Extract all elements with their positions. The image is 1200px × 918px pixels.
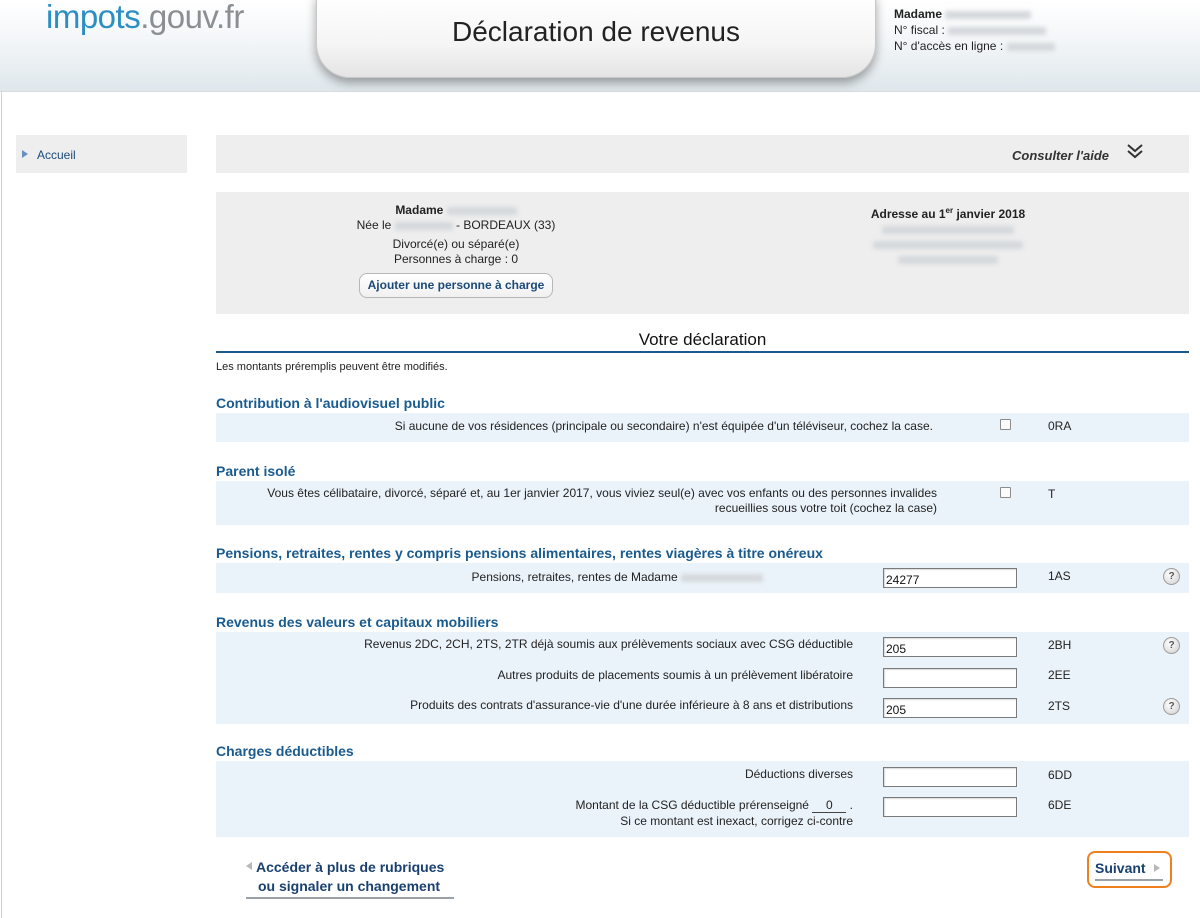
- marital-status: Divorcé(e) ou séparé(e): [392, 237, 520, 251]
- triangle-left-icon: [246, 862, 252, 870]
- declaration-title: Votre déclaration: [638, 330, 767, 349]
- site-logo[interactable]: impots.gouv.fr: [46, 0, 244, 36]
- row-label-t-line2: recueillies sous votre toit (cochez la c…: [714, 501, 937, 515]
- identity-panel: Madame Née le - BORDEAUX (33) Divorcé(e)…: [216, 192, 1189, 314]
- declaration-divider: [216, 351, 1189, 353]
- code-0ra: 0RA: [1048, 419, 1072, 433]
- help-icon-2ts[interactable]: ?: [1163, 698, 1180, 715]
- sidebar-item-label: Accueil: [37, 148, 76, 162]
- more-link-line1: Accéder à plus de rubriques: [256, 859, 445, 875]
- taxpayer-title: Madame: [395, 203, 444, 217]
- triangle-right-icon: [1154, 864, 1160, 872]
- row-label-2ee: Autres produits de placements soumis à u…: [497, 668, 853, 682]
- row-label-2ts: Produits des contrats d'assurance-vie d'…: [410, 698, 853, 712]
- code-6de: 6DE: [1048, 798, 1072, 812]
- redacted-birth-date: [394, 221, 453, 230]
- page-title: Déclaration de revenus: [452, 16, 740, 47]
- section-title-pensions: Pensions, retraites, rentes y compris pe…: [216, 545, 823, 561]
- section-title-parent-isole: Parent isolé: [216, 463, 296, 479]
- redacted-name-1as: [681, 573, 763, 582]
- redacted-fiscal-number: [948, 26, 1047, 35]
- address-title: Adresse au 1er janvier 2018: [706, 203, 1190, 222]
- row-label-0ra: Si aucune de vos résidences (principale …: [394, 419, 933, 433]
- sidebar: Accueil: [16, 135, 187, 173]
- redacted-taxpayer-name: [446, 206, 517, 215]
- redacted-address-line-1: [882, 225, 1014, 234]
- next-button[interactable]: Suivant: [1087, 851, 1172, 888]
- section-title-capitaux: Revenus des valeurs et capitaux mobilier…: [216, 614, 499, 630]
- code-2bh: 2BH: [1048, 638, 1072, 652]
- field-2ee[interactable]: [883, 668, 1017, 688]
- prefilled-note: Les montants préremplis peuvent être mod…: [216, 361, 448, 373]
- field-1as[interactable]: [883, 568, 1017, 588]
- row-label-6de-post: .: [849, 798, 853, 812]
- more-link-line2: ou signaler un changement: [258, 878, 441, 894]
- code-6dd: 6DD: [1048, 768, 1073, 782]
- address-title-post: janvier 2018: [953, 207, 1026, 221]
- title-tab: Déclaration de revenus: [316, 0, 876, 78]
- logo-main: impots: [46, 0, 141, 35]
- row-label-6dd: Déductions diverses: [744, 767, 853, 781]
- address-title-pre: Adresse au 1: [870, 207, 946, 221]
- help-icon-2bh[interactable]: ?: [1163, 637, 1180, 654]
- prefilled-csg-value: 0: [812, 799, 847, 813]
- row-label-6de-pre: Montant de la CSG déductible prérenseign…: [575, 798, 809, 812]
- row-label-1as-text: Pensions, retraites, rentes de Madame: [471, 570, 678, 584]
- birth-place: - BORDEAUX (33): [456, 218, 556, 232]
- triangle-right-icon: [22, 150, 28, 158]
- logo-tld: .gouv.fr: [140, 0, 244, 35]
- taxpayer-info: Madame Née le - BORDEAUX (33) Divorcé(e)…: [216, 203, 696, 298]
- add-dependent-button[interactable]: Ajouter une personne à charge: [358, 273, 554, 298]
- code-2ee: 2EE: [1048, 668, 1071, 682]
- redacted-address-line-2: [873, 240, 1023, 249]
- double-chevron-down-icon[interactable]: [1125, 141, 1145, 161]
- more-link-underline: [246, 897, 454, 899]
- user-title: Madame: [894, 7, 943, 21]
- more-sections-link[interactable]: Accéder à plus de rubriques ou signaler …: [246, 858, 444, 896]
- birth-prefix: Née le: [356, 218, 392, 232]
- address-title-sup: er: [945, 206, 954, 215]
- dependents-count: Personnes à charge : 0: [393, 252, 519, 266]
- redacted-access-number: [1006, 42, 1055, 51]
- access-number-label: N° d'accès en ligne :: [894, 39, 1004, 53]
- left-rail-line: [1, 92, 2, 918]
- next-button-underline: [1095, 879, 1163, 881]
- field-6de[interactable]: [883, 797, 1017, 817]
- row-label-2bh: Revenus 2DC, 2CH, 2TS, 2TR déjà soumis a…: [364, 637, 853, 651]
- redacted-address-line-3: [898, 255, 998, 264]
- page-header: impots.gouv.fr Déclaration de revenus Ma…: [0, 0, 1200, 92]
- code-2ts: 2TS: [1048, 699, 1071, 713]
- redacted-name: [945, 10, 1032, 19]
- field-6dd[interactable]: [883, 767, 1017, 787]
- fiscal-number-label: N° fiscal :: [894, 23, 945, 37]
- field-2ts[interactable]: [883, 698, 1017, 718]
- checkbox-0ra[interactable]: [1000, 419, 1011, 430]
- code-t: T: [1048, 487, 1056, 501]
- row-label-1as: Pensions, retraites, rentes de Madame: [163, 569, 763, 585]
- field-2bh[interactable]: [883, 637, 1017, 657]
- row-label-t-line1: Vous êtes célibataire, divorcé, séparé e…: [267, 486, 937, 500]
- row-label-6de-line1: Montant de la CSG déductible prérenseign…: [213, 797, 853, 813]
- section-title-audiovisuel: Contribution à l'audiovisuel public: [216, 395, 445, 411]
- row-label-6de-line2: Si ce montant est inexact, corrigez ci-c…: [620, 814, 853, 828]
- help-link[interactable]: Consulter l'aide: [1012, 148, 1109, 163]
- next-button-label: Suivant: [1095, 860, 1146, 876]
- section-title-charges: Charges déductibles: [216, 743, 354, 759]
- help-icon-1as[interactable]: ?: [1163, 568, 1180, 585]
- help-bar: Consulter l'aide: [216, 135, 1189, 173]
- sidebar-item-accueil[interactable]: Accueil: [22, 148, 76, 162]
- code-1as: 1AS: [1048, 569, 1071, 583]
- user-info: Madame N° fiscal : N° d'accès en ligne :: [894, 6, 1055, 54]
- checkbox-t[interactable]: [1000, 487, 1011, 498]
- address-info: Adresse au 1er janvier 2018: [706, 203, 1190, 267]
